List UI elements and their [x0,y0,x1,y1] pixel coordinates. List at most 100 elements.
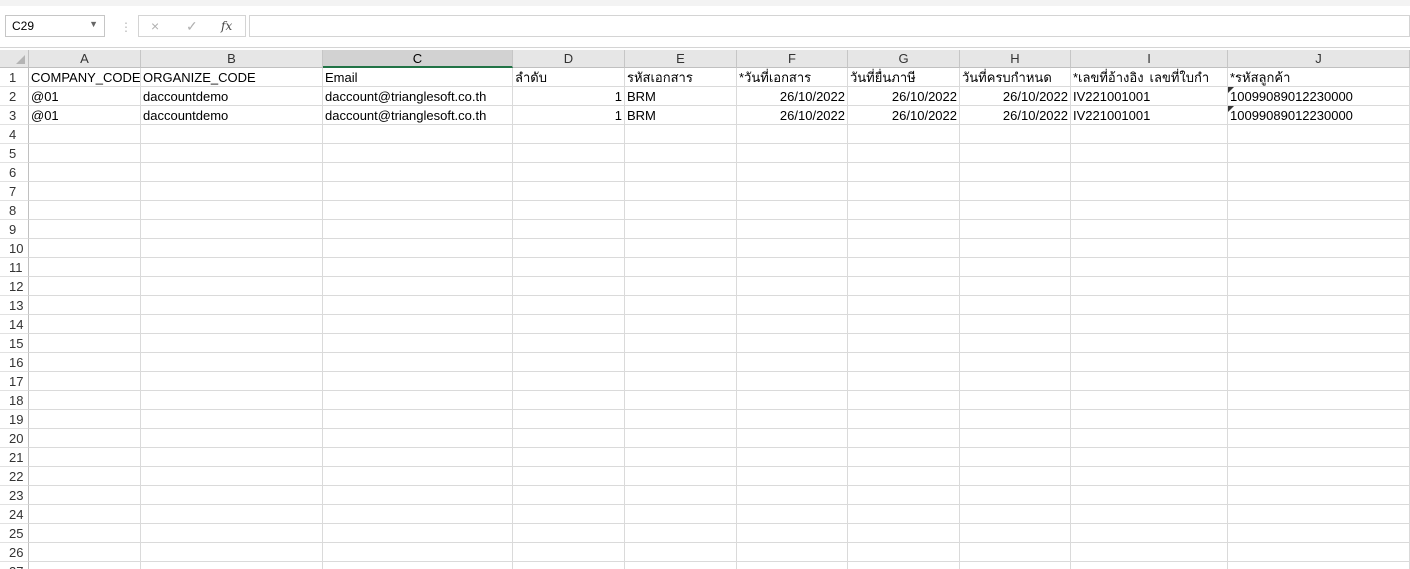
name-box[interactable]: C29 ▼ [5,15,105,37]
cell-d1[interactable]: ลำดับ [513,68,625,87]
cell-f5[interactable] [737,144,848,163]
cell-d4[interactable] [513,125,625,144]
cell-a13[interactable] [29,296,141,315]
cell-a16[interactable] [29,353,141,372]
cell-d19[interactable] [513,410,625,429]
cancel-icon[interactable]: × [151,18,159,34]
cell-d12[interactable] [513,277,625,296]
column-header-i[interactable]: I [1071,50,1228,68]
cell-d25[interactable] [513,524,625,543]
row-header[interactable]: 26 [0,543,29,562]
cell-j2[interactable]: 10099089012230000 [1228,87,1410,106]
cell-c15[interactable] [323,334,513,353]
cell-i6[interactable] [1071,163,1228,182]
cell-b3[interactable]: daccountdemo [141,106,323,125]
cell-j16[interactable] [1228,353,1410,372]
cell-e7[interactable] [625,182,737,201]
cell-b17[interactable] [141,372,323,391]
cell-f9[interactable] [737,220,848,239]
row-header[interactable]: 8 [0,201,29,220]
cell-h14[interactable] [960,315,1071,334]
cell-j26[interactable] [1228,543,1410,562]
cell-e2[interactable]: BRM [625,87,737,106]
cell-h25[interactable] [960,524,1071,543]
column-header-c[interactable]: C [323,50,513,68]
cell-c23[interactable] [323,486,513,505]
cell-e20[interactable] [625,429,737,448]
row-header[interactable]: 3 [0,106,29,125]
cell-j20[interactable] [1228,429,1410,448]
cell-j11[interactable] [1228,258,1410,277]
cell-j19[interactable] [1228,410,1410,429]
cell-j9[interactable] [1228,220,1410,239]
cell-b16[interactable] [141,353,323,372]
cell-h23[interactable] [960,486,1071,505]
cell-f27[interactable] [737,562,848,569]
cell-g12[interactable] [848,277,960,296]
cell-b11[interactable] [141,258,323,277]
cell-j21[interactable] [1228,448,1410,467]
cell-d14[interactable] [513,315,625,334]
cell-c6[interactable] [323,163,513,182]
cell-c5[interactable] [323,144,513,163]
row-header[interactable]: 27 [0,562,29,569]
cell-c13[interactable] [323,296,513,315]
cell-b4[interactable] [141,125,323,144]
cell-j24[interactable] [1228,505,1410,524]
row-header[interactable]: 21 [0,448,29,467]
cell-e6[interactable] [625,163,737,182]
cell-f23[interactable] [737,486,848,505]
cell-g22[interactable] [848,467,960,486]
column-header-f[interactable]: F [737,50,848,68]
cell-e18[interactable] [625,391,737,410]
cell-j6[interactable] [1228,163,1410,182]
formula-input[interactable] [249,15,1410,37]
cell-b18[interactable] [141,391,323,410]
cell-g8[interactable] [848,201,960,220]
cell-f24[interactable] [737,505,848,524]
cell-a6[interactable] [29,163,141,182]
cell-d18[interactable] [513,391,625,410]
cell-f6[interactable] [737,163,848,182]
cell-d17[interactable] [513,372,625,391]
cell-f3[interactable]: 26/10/2022 [737,106,848,125]
cell-h6[interactable] [960,163,1071,182]
cell-h17[interactable] [960,372,1071,391]
cell-f13[interactable] [737,296,848,315]
cell-g3[interactable]: 26/10/2022 [848,106,960,125]
cell-c4[interactable] [323,125,513,144]
row-header[interactable]: 9 [0,220,29,239]
cell-j27[interactable] [1228,562,1410,569]
cell-a12[interactable] [29,277,141,296]
cell-i14[interactable] [1071,315,1228,334]
cell-c1[interactable]: Email [323,68,513,87]
cell-g17[interactable] [848,372,960,391]
cell-d11[interactable] [513,258,625,277]
cell-f7[interactable] [737,182,848,201]
cell-g19[interactable] [848,410,960,429]
cell-d15[interactable] [513,334,625,353]
cell-e5[interactable] [625,144,737,163]
column-header-e[interactable]: E [625,50,737,68]
cell-g2[interactable]: 26/10/2022 [848,87,960,106]
cell-d27[interactable] [513,562,625,569]
cell-h4[interactable] [960,125,1071,144]
cell-g16[interactable] [848,353,960,372]
cell-a9[interactable] [29,220,141,239]
cell-c24[interactable] [323,505,513,524]
cell-e4[interactable] [625,125,737,144]
cell-b26[interactable] [141,543,323,562]
cell-d16[interactable] [513,353,625,372]
cell-i3[interactable]: IV221001001 [1071,106,1228,125]
chevron-down-icon[interactable]: ▼ [89,19,98,29]
cell-d7[interactable] [513,182,625,201]
cell-a26[interactable] [29,543,141,562]
cell-a24[interactable] [29,505,141,524]
cell-j15[interactable] [1228,334,1410,353]
cell-f15[interactable] [737,334,848,353]
cell-f16[interactable] [737,353,848,372]
cell-e15[interactable] [625,334,737,353]
cell-g27[interactable] [848,562,960,569]
row-header[interactable]: 17 [0,372,29,391]
cell-h27[interactable] [960,562,1071,569]
